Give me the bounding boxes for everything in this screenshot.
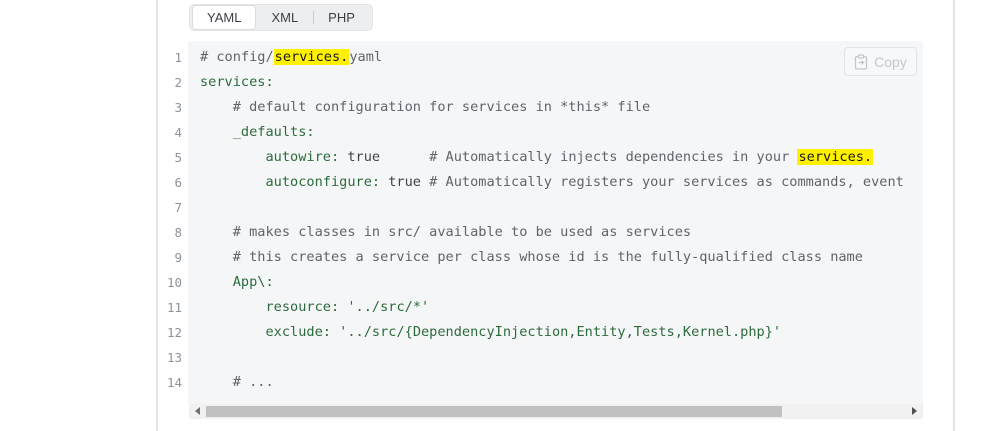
scroll-right-arrow-icon[interactable] bbox=[912, 407, 917, 415]
code-token: exclude: bbox=[265, 324, 331, 340]
code-token: autoconfigure: bbox=[265, 174, 381, 190]
code-line: resource: '../src/*' bbox=[200, 295, 429, 320]
tab-php[interactable]: PHP bbox=[313, 6, 370, 29]
code-line: exclude: '../src/{DependencyInjection,En… bbox=[200, 320, 781, 345]
scrollbar-thumb[interactable] bbox=[206, 406, 782, 417]
copy-button[interactable]: Copy bbox=[844, 47, 917, 76]
tab-xml[interactable]: XML bbox=[256, 6, 313, 29]
code-token: # config/ bbox=[200, 49, 274, 65]
code-line: autoconfigure: true # Automatically regi… bbox=[200, 170, 904, 195]
code-token: true bbox=[380, 174, 430, 190]
code-line: App\: bbox=[200, 270, 274, 295]
line-number: 13 bbox=[166, 350, 182, 365]
language-tabs: YAML XML PHP bbox=[189, 4, 373, 31]
line-number: 1 bbox=[174, 50, 182, 65]
code-token: # this creates a service per class whose… bbox=[232, 249, 863, 265]
line-number: 5 bbox=[174, 150, 182, 165]
line-number: 10 bbox=[166, 275, 182, 290]
line-number: 3 bbox=[174, 100, 182, 115]
search-highlight: services. bbox=[273, 49, 350, 65]
line-number: 8 bbox=[174, 225, 182, 240]
line-number: 14 bbox=[166, 375, 182, 390]
code-token: _defaults: bbox=[232, 124, 315, 140]
code-token: # ... bbox=[232, 374, 274, 390]
content-border-left bbox=[156, 0, 158, 431]
line-number: 2 bbox=[174, 75, 182, 90]
copy-label: Copy bbox=[874, 53, 907, 70]
code-line: _defaults: bbox=[200, 120, 315, 145]
code-token: autowire: bbox=[265, 149, 340, 165]
code-line: # config/services.yaml bbox=[200, 45, 382, 70]
clipboard-icon bbox=[855, 53, 868, 70]
search-highlight: services. bbox=[797, 149, 874, 165]
line-number: 6 bbox=[174, 175, 182, 190]
code-token: # Automatically injects dependencies in … bbox=[429, 149, 798, 165]
code-token: # makes classes in src/ available to be … bbox=[232, 224, 692, 240]
code-token: '../src/{DependencyInjection,Entity,Test… bbox=[339, 324, 782, 340]
scroll-left-arrow-icon[interactable] bbox=[195, 407, 200, 415]
code-block: 1 2 3 4 5 6 7 8 9 10 11 12 13 14 # config/services.ya… bbox=[160, 41, 923, 421]
line-number: 4 bbox=[174, 125, 182, 140]
code-line: services: bbox=[200, 70, 274, 95]
code-token: # Automatically registers your services … bbox=[429, 174, 904, 190]
code-line: # makes classes in src/ available to be … bbox=[200, 220, 691, 245]
line-number: 12 bbox=[166, 325, 182, 340]
code-token: # default configuration for services in … bbox=[232, 99, 651, 115]
line-number: 11 bbox=[166, 300, 182, 315]
line-number-gutter: 1 2 3 4 5 6 7 8 9 10 11 12 13 14 bbox=[160, 41, 188, 404]
line-number: 9 bbox=[174, 250, 182, 265]
code-token: yaml bbox=[349, 49, 383, 65]
code-content[interactable]: # config/services.yaml services: # defaul… bbox=[188, 41, 923, 404]
content-border-right bbox=[953, 0, 955, 431]
code-line: # default configuration for services in … bbox=[200, 95, 650, 120]
code-line: # this creates a service per class whose… bbox=[200, 245, 863, 270]
tab-yaml[interactable]: YAML bbox=[192, 5, 257, 30]
code-line: # ... bbox=[200, 370, 274, 395]
code-token: App\: bbox=[232, 274, 274, 290]
horizontal-scrollbar[interactable] bbox=[189, 404, 923, 419]
code-token: true bbox=[339, 149, 430, 165]
code-line: autowire: true # Automatically injects d… bbox=[200, 145, 874, 170]
line-number: 7 bbox=[174, 200, 182, 215]
code-token: '../src/*' bbox=[347, 299, 430, 315]
code-token: resource: bbox=[265, 299, 340, 315]
code-token: services: bbox=[200, 74, 274, 90]
